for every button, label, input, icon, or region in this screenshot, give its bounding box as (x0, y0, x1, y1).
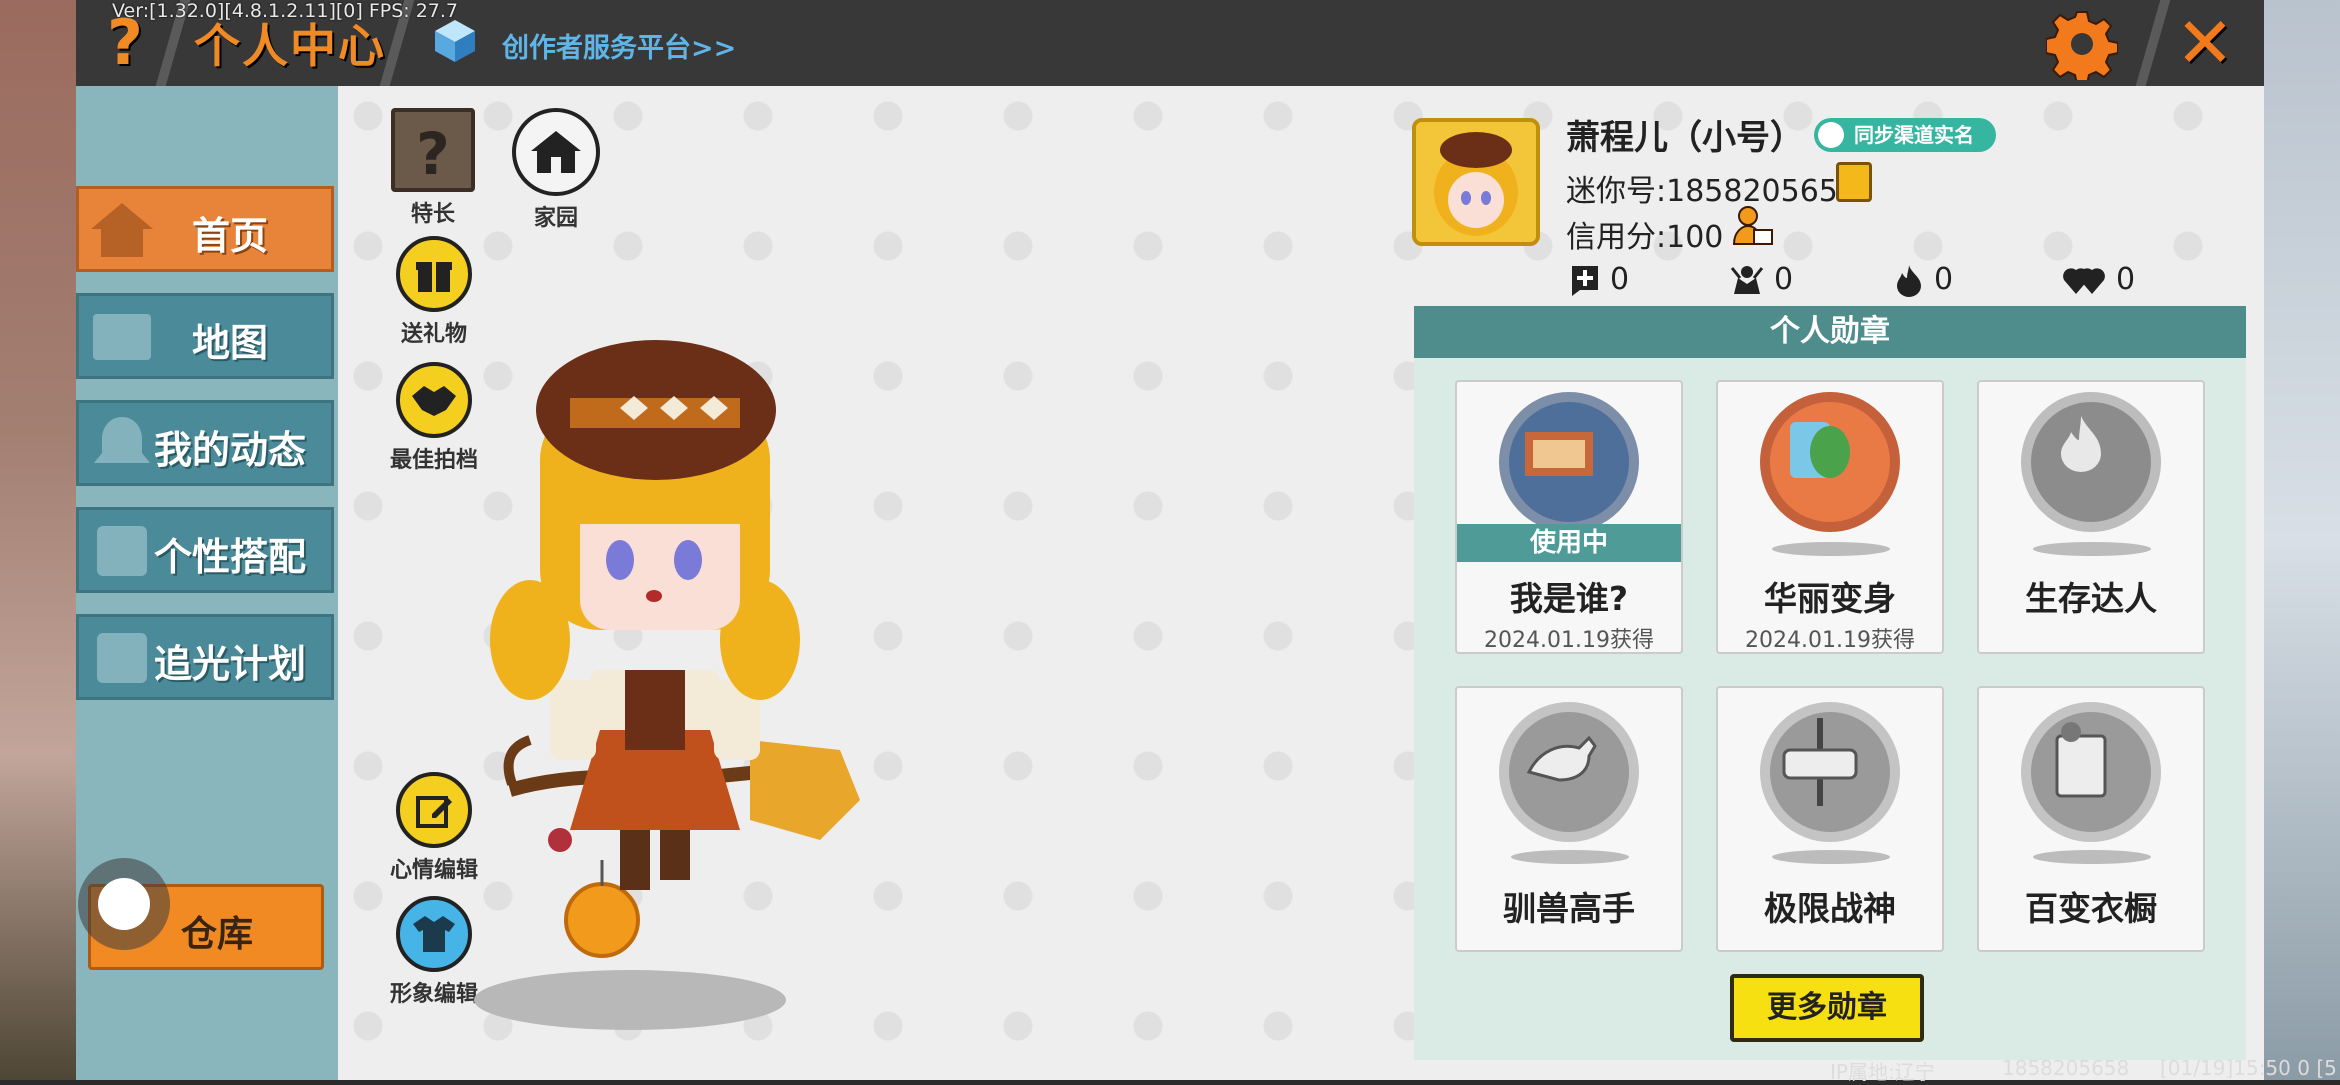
homeland-button[interactable]: 家园 (506, 108, 606, 232)
medal-shadow (1772, 542, 1890, 556)
fans-icon (1730, 265, 1764, 294)
specialty-button[interactable]: ? 特长 (383, 108, 483, 228)
credit-score: 信用分:100 (1566, 220, 1724, 255)
medal-shadow (1511, 850, 1629, 864)
stat-popularity: 0 (1894, 262, 1953, 297)
player-name: 萧程儿（小号） (1566, 118, 1804, 158)
player-character-model (474, 340, 860, 1030)
settings-gear-icon[interactable] (2046, 8, 2118, 80)
copy-id-icon[interactable] (1836, 162, 1872, 202)
stat-friends: 0 (1570, 262, 1629, 297)
medal-who-am-i-icon (1499, 392, 1639, 532)
tool-label: 特长 (410, 202, 455, 227)
more-medals-button[interactable]: 更多勋章 (1730, 974, 1924, 1042)
footer-uid: 1858205658 (2002, 1056, 2130, 1080)
close-button[interactable]: ✕ (2168, 6, 2242, 80)
mini-id: 迷你号:1858205658 (1566, 174, 1857, 209)
footer-timestamp: [01/19]15:50 0 [5 (2160, 1056, 2337, 1080)
medal-name: 极限战神 (1764, 889, 1896, 928)
nav-label: 追光计划 (153, 642, 306, 686)
medal-card-survival[interactable]: 生存达人 (1977, 380, 2205, 654)
in-use-label: 使用中 (1457, 524, 1681, 562)
nav-label: 我的动态 (153, 428, 306, 472)
game-background-right (2264, 0, 2340, 1080)
stat-value: 0 (1774, 262, 1794, 297)
stat-fans: 0 (1730, 262, 1793, 297)
user-check-icon (1818, 122, 1844, 148)
nav-item-outfit[interactable]: 个性搭配 (76, 507, 334, 593)
divider (2135, 0, 2171, 86)
medal-card-who-am-i[interactable]: 使用中 我是谁? 2024.01.19获得 (1455, 380, 1683, 654)
nav-item-my-posts[interactable]: 我的动态 (76, 400, 334, 486)
medal-card-wardrobe[interactable]: 百变衣橱 (1977, 686, 2205, 952)
stat-value: 0 (2116, 262, 2136, 297)
likes-icon (2063, 267, 2105, 294)
medal-shadow (2033, 542, 2151, 556)
nav-label: 个性搭配 (153, 535, 306, 579)
medal-transform-icon (1760, 392, 1900, 532)
medal-beast-tamer-icon (1499, 702, 1639, 842)
warehouse-label: 仓库 (181, 914, 254, 955)
debug-version-text: Ver:[1.32.0][4.8.1.2.11][0] FPS: 27.7 (112, 0, 459, 22)
side-nav: 首页 地图 我的动态 个性搭配 追光计划 仓库 (76, 86, 338, 1080)
house-icon (512, 108, 600, 196)
medal-panel-title: 个人勋章 (1414, 306, 2246, 358)
mystery-box-icon: ? (391, 108, 475, 192)
medal-name: 我是谁? (1509, 579, 1629, 618)
medal-card-war-god[interactable]: 极限战神 (1716, 686, 1944, 952)
medal-name: 百变衣橱 (2025, 889, 2157, 928)
medal-shadow (1772, 850, 1890, 864)
medal-wardrobe-icon (2021, 702, 2161, 842)
medal-name: 华丽变身 (1764, 579, 1896, 618)
nav-label: 地图 (191, 321, 268, 365)
medal-survival-icon (2021, 392, 2161, 532)
stat-value: 0 (1610, 262, 1630, 297)
sync-realname-badge[interactable]: 同步渠道实名 (1814, 118, 1996, 152)
game-background-left (0, 0, 76, 1080)
tool-label: 家园 (533, 206, 578, 231)
joystick-knob[interactable] (98, 878, 150, 930)
credit-info-icon[interactable] (1730, 204, 1774, 248)
sync-badge-label: 同步渠道实名 (1854, 123, 1974, 147)
add-friend-icon (1572, 265, 1598, 296)
player-avatar[interactable] (1412, 118, 1540, 246)
stat-likes: 0 (2062, 262, 2135, 297)
medal-name: 驯兽高手 (1503, 889, 1635, 928)
medal-card-beast-tamer[interactable]: 驯兽高手 (1455, 686, 1683, 952)
nav-item-home[interactable]: 首页 (76, 186, 334, 272)
medal-date: 2024.01.19获得 (1484, 628, 1654, 653)
creator-cube-icon[interactable] (432, 18, 478, 64)
nav-item-light-plan[interactable]: 追光计划 (76, 614, 334, 700)
creator-platform-link[interactable]: 创作者服务平台>> (502, 26, 736, 65)
medal-card-transform[interactable]: 华丽变身 2024.01.19获得 (1716, 380, 1944, 654)
ip-location: IP属地:辽宁 (1830, 1060, 1935, 1084)
fire-icon (1897, 264, 1921, 297)
nav-item-map[interactable]: 地图 (76, 293, 334, 379)
medal-name: 生存达人 (2025, 579, 2157, 618)
nav-label: 首页 (191, 214, 268, 258)
medal-shadow (2033, 850, 2151, 864)
stat-value: 0 (1934, 262, 1954, 297)
medal-date: 2024.01.19获得 (1745, 628, 1915, 653)
medal-war-god-icon (1760, 702, 1900, 842)
